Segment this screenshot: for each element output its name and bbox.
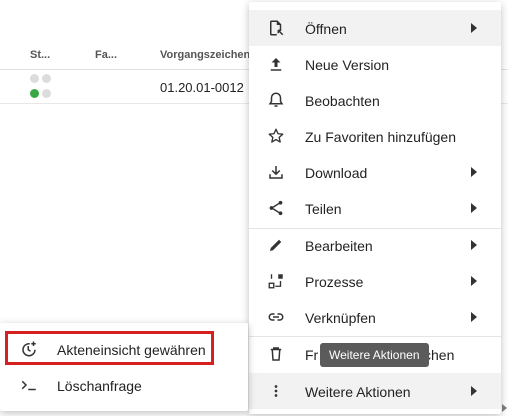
status-dot — [30, 74, 39, 83]
chevron-right-icon — [471, 167, 477, 177]
submenu-item-label: Löschanfrage — [57, 378, 142, 394]
highlight-box — [5, 331, 214, 365]
star-icon — [267, 127, 285, 145]
menu-item-label: Beobachten — [305, 93, 380, 109]
chevron-right-icon — [471, 240, 477, 250]
menu-item-verknuepfen[interactable]: Verknüpfen — [249, 299, 501, 335]
column-header-fa[interactable]: Fa... — [95, 49, 117, 61]
status-dot — [42, 89, 51, 98]
menu-item-label: Download — [305, 165, 368, 181]
menu-item-beobachten[interactable]: Beobachten — [249, 82, 501, 118]
submenu-item-loeschanfrage[interactable]: Löschanfrage — [0, 367, 248, 403]
menu-item-neue-version[interactable]: Neue Version — [249, 46, 501, 82]
menu-item-label: Teilen — [305, 201, 342, 217]
process-icon — [267, 272, 285, 290]
chevron-right-icon — [471, 276, 477, 286]
menu-item-weitere-aktionen[interactable]: Weitere Aktionen — [249, 373, 501, 409]
menu-item-download[interactable]: Download — [249, 154, 501, 190]
terminal-icon — [20, 376, 38, 394]
upload-icon — [267, 55, 285, 73]
status-dot — [42, 74, 51, 83]
menu-item-label: Zu Favoriten hinzufügen — [305, 129, 456, 145]
menu-item-label-start: Fr — [305, 347, 319, 363]
chevron-right-icon — [471, 203, 477, 213]
trash-icon — [267, 345, 285, 363]
menu-item-label: Neue Version — [305, 57, 390, 73]
download-icon — [267, 163, 285, 181]
pencil-icon — [267, 236, 285, 254]
more-vert-icon — [267, 382, 285, 400]
menu-item-favoriten[interactable]: Zu Favoriten hinzufügen — [249, 118, 501, 154]
menu-item-label: Weitere Aktionen — [305, 384, 411, 400]
chevron-right-icon — [471, 23, 477, 33]
link-icon — [267, 308, 285, 326]
status-dot-green — [30, 89, 39, 98]
column-header-vorgangszeichen[interactable]: Vorgangszeichen — [160, 49, 250, 61]
bell-icon — [267, 91, 285, 109]
menu-item-label: Verknüpfen — [305, 310, 376, 326]
menu-item-label-end: chen — [424, 347, 455, 363]
menu-item-bearbeiten[interactable]: Bearbeiten — [249, 227, 501, 263]
scroll-right-icon[interactable] — [502, 404, 507, 412]
menu-item-teilen[interactable]: Teilen — [249, 190, 501, 226]
menu-item-prozesse[interactable]: Prozesse — [249, 263, 501, 299]
menu-item-label: Prozesse — [305, 274, 364, 290]
column-header-status[interactable]: St... — [30, 49, 50, 61]
menu-item-label: Öffnen — [305, 21, 347, 37]
tooltip: Weitere Aktionen — [320, 343, 429, 367]
menu-item-label: Bearbeiten — [305, 238, 373, 254]
menu-item-oeffnen[interactable]: Öffnen — [249, 10, 501, 46]
chevron-right-icon — [471, 386, 477, 396]
share-icon — [267, 199, 285, 217]
cell-vorgangszeichen: 01.20.01-0012 — [160, 80, 244, 95]
file-open-icon — [267, 19, 285, 37]
chevron-right-icon — [471, 312, 477, 322]
